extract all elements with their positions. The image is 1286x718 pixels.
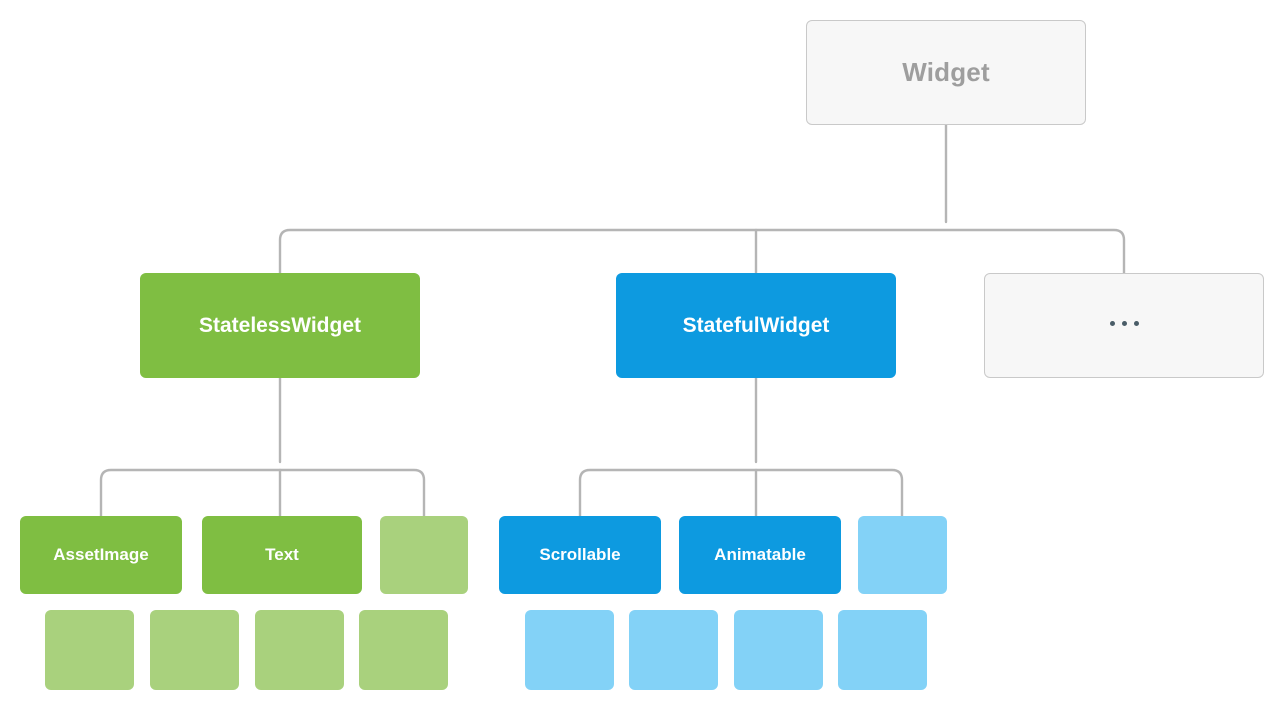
node-stateless-placeholder[interactable]: [380, 516, 468, 594]
node-stateless-widget[interactable]: StatelessWidget: [140, 273, 420, 378]
node-assetimage-label: AssetImage: [53, 544, 149, 564]
connector-stateful-bus: [578, 468, 904, 518]
node-stateful-leaf-4[interactable]: [838, 610, 927, 690]
node-text[interactable]: Text: [202, 516, 362, 594]
node-stateful-leaf-3[interactable]: [734, 610, 823, 690]
connector-level2-bus: [278, 228, 1126, 275]
node-stateful-widget[interactable]: StatefulWidget: [616, 273, 896, 378]
node-stateful-leaf-1[interactable]: [525, 610, 614, 690]
node-stateful-widget-label: StatefulWidget: [682, 313, 830, 337]
node-stateless-leaf-1[interactable]: [45, 610, 134, 690]
node-text-label: Text: [265, 544, 299, 564]
node-stateful-placeholder[interactable]: [858, 516, 947, 594]
node-animatable[interactable]: Animatable: [679, 516, 841, 594]
node-stateless-leaf-2[interactable]: [150, 610, 239, 690]
node-assetimage[interactable]: AssetImage: [20, 516, 182, 594]
ellipsis-dots-icon: [1109, 321, 1139, 326]
node-scrollable[interactable]: Scrollable: [499, 516, 661, 594]
node-stateless-leaf-3[interactable]: [255, 610, 344, 690]
node-stateless-leaf-4[interactable]: [359, 610, 448, 690]
widget-hierarchy-diagram: Widget StatelessWidget StatefulWidget As…: [0, 0, 1286, 718]
node-stateful-leaf-2[interactable]: [629, 610, 718, 690]
connector-stateless-bus: [99, 468, 426, 518]
node-stateless-widget-label: StatelessWidget: [198, 313, 362, 337]
node-widget[interactable]: Widget: [806, 20, 1086, 125]
node-widget-label: Widget: [902, 57, 990, 88]
node-animatable-label: Animatable: [714, 544, 806, 564]
node-more-widgets[interactable]: [984, 273, 1264, 378]
node-scrollable-label: Scrollable: [539, 544, 621, 564]
